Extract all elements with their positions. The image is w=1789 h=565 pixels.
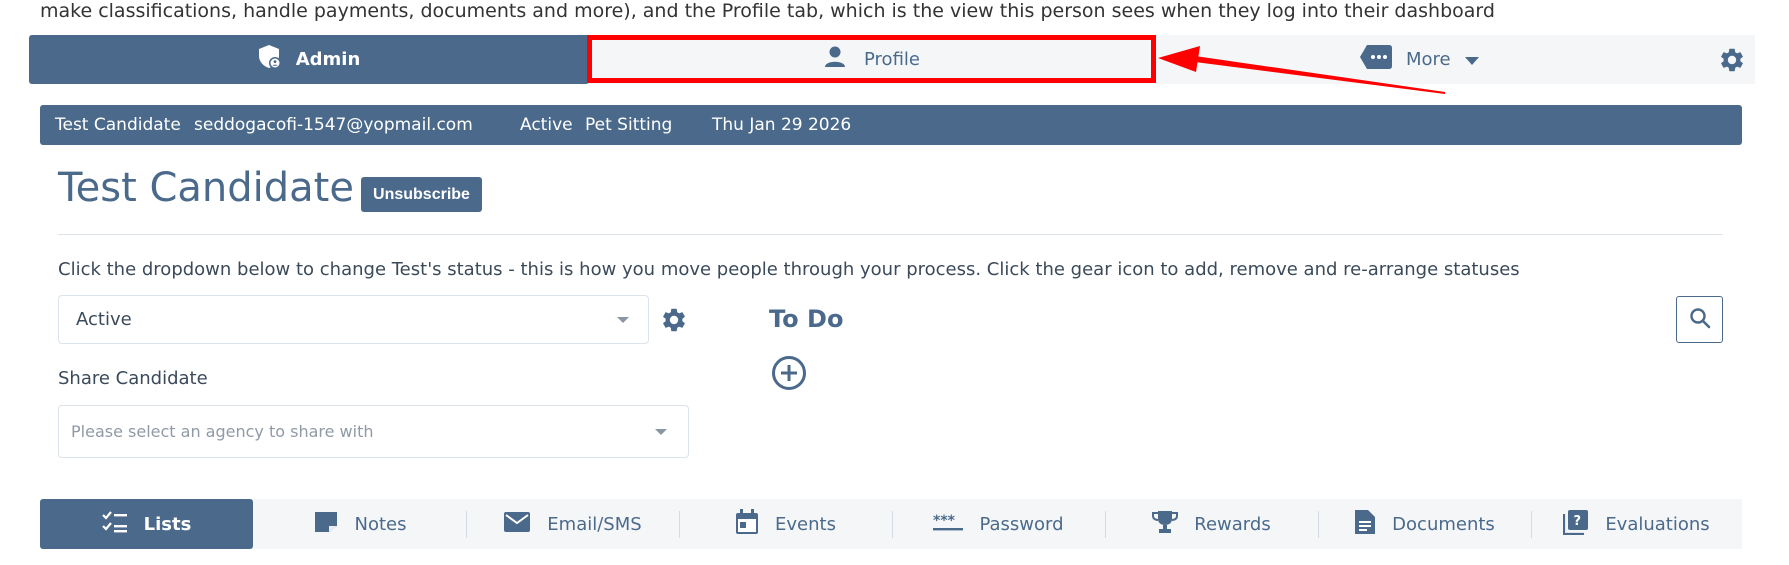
- tab-documents-label: Documents: [1392, 513, 1495, 535]
- tab-evaluations[interactable]: ? Evaluations: [1531, 499, 1742, 549]
- ellipsis-tag-icon: [1360, 45, 1392, 74]
- share-candidate-label: Share Candidate: [58, 368, 208, 389]
- tab-lists-label: Lists: [143, 513, 192, 535]
- candidate-info-strip: Test Candidate seddogacofi-1547@yopmail.…: [40, 105, 1742, 145]
- unsubscribe-button[interactable]: Unsubscribe: [361, 177, 482, 212]
- tab-notes[interactable]: Notes: [253, 499, 466, 549]
- tab-lists[interactable]: Lists: [40, 499, 253, 549]
- status-gear-icon[interactable]: [660, 306, 688, 338]
- tab-documents[interactable]: Documents: [1318, 499, 1531, 549]
- tab-notes-label: Notes: [354, 513, 407, 535]
- evaluation-icon: ?: [1563, 509, 1589, 540]
- tab-events[interactable]: Events: [679, 499, 892, 549]
- caret-down-icon: [617, 317, 629, 323]
- search-icon: [1689, 307, 1711, 333]
- tab-email-sms-label: Email/SMS: [547, 513, 642, 535]
- caret-down-icon: [655, 429, 667, 435]
- status-dropdown[interactable]: Active: [58, 295, 649, 344]
- status-instruction: Click the dropdown below to change Test'…: [58, 259, 1520, 280]
- svg-text:***: ***: [933, 513, 956, 529]
- tab-email-sms[interactable]: Email/SMS: [466, 499, 679, 549]
- search-button[interactable]: [1676, 296, 1723, 343]
- highlight-box: [587, 35, 1156, 83]
- add-todo-icon[interactable]: [771, 355, 807, 395]
- tab-rewards[interactable]: Rewards: [1105, 499, 1318, 549]
- info-status: Active: [520, 115, 573, 135]
- password-icon: ***: [933, 512, 964, 537]
- info-date: Thu Jan 29 2026: [712, 115, 852, 135]
- divider: [58, 234, 1723, 235]
- info-category: Pet Sitting: [585, 115, 673, 135]
- chevron-down-icon: [1464, 49, 1479, 70]
- status-dropdown-value: Active: [76, 309, 132, 330]
- settings-gear-icon[interactable]: [1718, 46, 1746, 78]
- todo-title: To Do: [769, 305, 844, 333]
- envelope-icon: [503, 511, 531, 538]
- calendar-icon: [735, 508, 759, 540]
- checklist-icon: [101, 510, 128, 538]
- tab-password[interactable]: *** Password: [892, 499, 1105, 549]
- tab-more-label: More: [1406, 49, 1451, 70]
- intro-text: make classifications, handle payments, d…: [40, 0, 1495, 22]
- tab-events-label: Events: [775, 513, 836, 535]
- tab-evaluations-label: Evaluations: [1605, 513, 1710, 535]
- tab-admin-label: Admin: [295, 49, 361, 70]
- document-icon: [1354, 509, 1376, 540]
- shield-user-icon: [258, 44, 282, 75]
- tab-admin[interactable]: Admin: [29, 35, 589, 84]
- note-icon: [313, 510, 339, 539]
- tab-rewards-label: Rewards: [1194, 513, 1271, 535]
- share-agency-placeholder: Please select an agency to share with: [71, 422, 374, 441]
- trophy-icon: [1152, 510, 1179, 539]
- tab-more[interactable]: More: [1360, 35, 1500, 84]
- tab-password-label: Password: [979, 513, 1064, 535]
- info-email: seddogacofi-1547@yopmail.com: [194, 115, 473, 135]
- svg-text:?: ?: [1574, 514, 1582, 529]
- share-agency-dropdown[interactable]: Please select an agency to share with: [58, 405, 689, 458]
- page-title: Test Candidate: [58, 165, 354, 211]
- info-name: Test Candidate: [55, 115, 181, 135]
